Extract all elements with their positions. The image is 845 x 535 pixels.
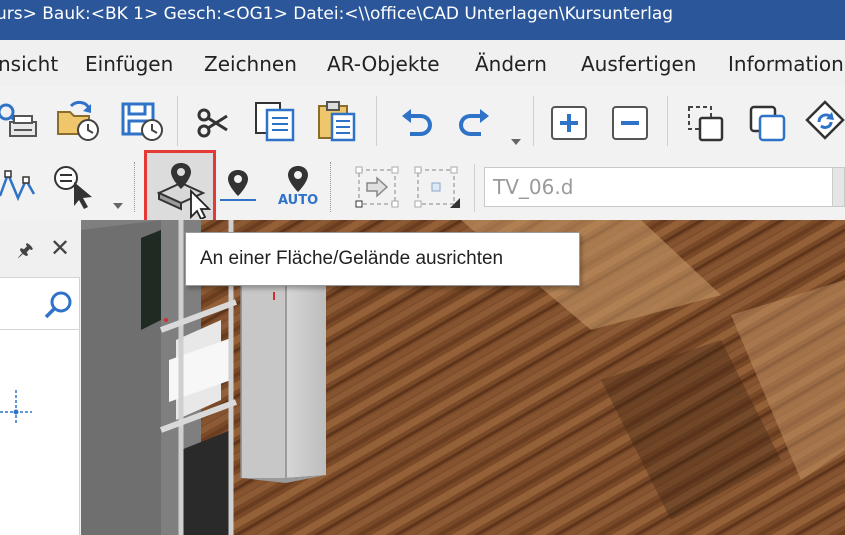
panel-header: 🖈 ✕ [0,220,80,278]
print-preview-icon[interactable] [0,100,40,140]
panel-search-bar[interactable] [0,278,80,330]
main-toolbar [0,86,845,154]
menu-ausfertigen[interactable]: Ausfertigen [581,52,696,76]
scissors-icon[interactable] [196,108,230,138]
toolbar-separator [533,96,534,146]
title-bar: urs> Bauk:<BK 1> Gesch:<OG1> Datei:<\\of… [0,0,845,40]
tooltip-text: An einer Fläche/Gelände ausrichten [200,248,504,269]
save-recent-icon[interactable] [120,100,164,142]
align-line-icon[interactable] [218,166,258,210]
menu-zeichnen[interactable]: Zeichnen [204,52,297,76]
align-surface-icon [156,163,211,219]
zoom-out-icon[interactable] [610,104,650,142]
redo-icon[interactable] [457,108,491,138]
layer-combobox[interactable]: TV_06.d [484,167,845,207]
toolbar-separator [667,96,668,146]
toolbar-separator [177,96,178,146]
toolbar-separator [330,162,331,212]
polyline-icon[interactable] [0,168,40,208]
copy-frame-icon[interactable] [748,104,788,144]
open-folder-recent-icon[interactable] [55,100,101,142]
zoom-in-icon[interactable] [549,104,589,142]
undo-icon[interactable] [400,108,434,138]
select-dropdown-icon[interactable] [112,202,124,210]
tooltip: An einer Fläche/Gelände ausrichten [185,232,580,286]
redo-dropdown-icon[interactable] [510,138,522,146]
rotate-icon[interactable] [805,100,845,144]
close-icon[interactable]: ✕ [50,234,70,262]
combobox-dropdown-button[interactable] [832,168,844,206]
search-icon[interactable] [44,290,74,320]
copy-icon[interactable] [253,100,297,142]
select-filter-icon[interactable] [52,164,96,210]
auto-label: AUTO [278,193,319,208]
grid-snap-icon[interactable] [414,166,462,210]
combobox-value: TV_06.d [493,175,574,199]
menu-bar: nsicht Einfügen Zeichnen AR-Objekte Ände… [0,40,845,86]
toolbar-separator [474,164,475,212]
align-surface-button[interactable] [144,150,216,225]
menu-ansicht[interactable]: nsicht [0,52,58,76]
side-panel: 🖈 ✕ [0,220,80,535]
menu-ar-objekte[interactable]: AR-Objekte [327,52,440,76]
menu-einfuegen[interactable]: Einfügen [85,52,173,76]
move-object-icon[interactable] [355,166,401,208]
toolbar-separator [134,162,135,212]
menu-aendern[interactable]: Ändern [475,52,547,76]
pin-icon[interactable]: 🖈 [17,238,34,268]
crosshair-icon [0,390,32,424]
duplicate-icon[interactable] [686,104,726,144]
paste-icon[interactable] [316,100,360,142]
menu-information[interactable]: Information [728,52,844,76]
toolbar-separator [376,96,377,146]
window-title: urs> Bauk:<BK 1> Gesch:<OG1> Datei:<\\of… [0,4,674,24]
